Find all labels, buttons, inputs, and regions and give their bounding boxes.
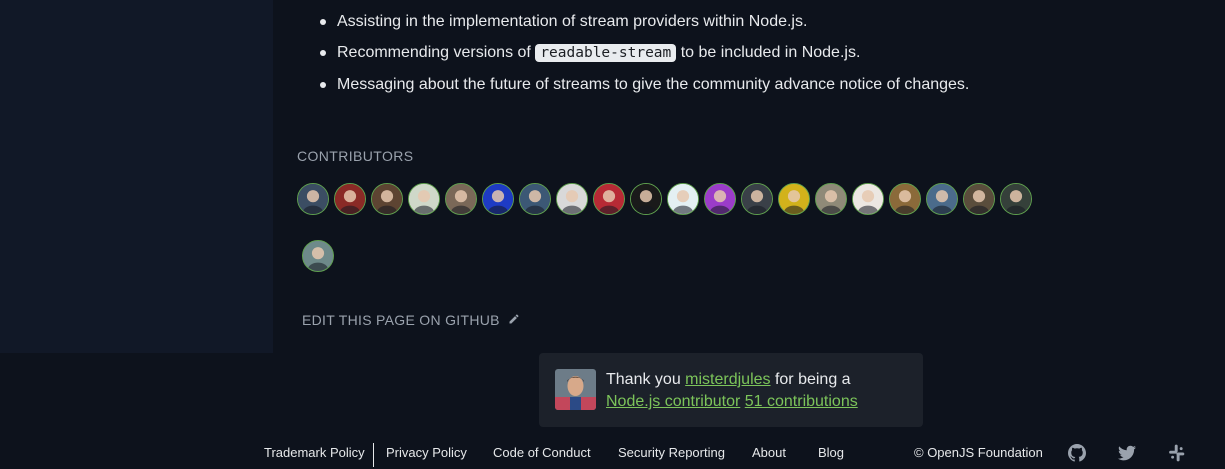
footer-divider bbox=[373, 443, 374, 467]
list-item: Recommending versions of readable-stream… bbox=[319, 37, 969, 69]
contributor-avatar[interactable] bbox=[926, 183, 958, 215]
contributor-avatar[interactable] bbox=[445, 183, 477, 215]
sidebar bbox=[0, 0, 273, 353]
list-item-text: Messaging about the future of streams to… bbox=[337, 76, 970, 93]
inline-code: readable-stream bbox=[535, 44, 677, 62]
contributor-thanks-card: Thank you misterdjules for being a Node.… bbox=[539, 353, 923, 427]
contributions-count-link[interactable]: 51 contributions bbox=[745, 393, 858, 410]
contributor-avatar[interactable] bbox=[334, 183, 366, 215]
contributor-avatar[interactable] bbox=[371, 183, 403, 215]
list-item-text: Assisting in the implementation of strea… bbox=[337, 13, 808, 30]
footer-link-security-reporting[interactable]: Security Reporting bbox=[618, 445, 725, 460]
contributor-username-link[interactable]: misterdjules bbox=[685, 371, 770, 388]
contributor-avatar[interactable] bbox=[852, 183, 884, 215]
footer-link-code-of-conduct[interactable]: Code of Conduct bbox=[493, 445, 591, 460]
copyright: © OpenJS Foundation bbox=[914, 445, 1043, 460]
contributor-avatar[interactable] bbox=[482, 183, 514, 215]
contributor-avatar[interactable] bbox=[302, 240, 334, 272]
contributor-avatar[interactable] bbox=[889, 183, 921, 215]
contributor-avatar[interactable] bbox=[778, 183, 810, 215]
list-item: Messaging about the future of streams to… bbox=[319, 69, 970, 100]
list-item-text: to be included in Node.js. bbox=[676, 44, 861, 61]
footer-link-privacy-policy[interactable]: Privacy Policy bbox=[386, 445, 467, 460]
footer: Trademark Policy Privacy Policy Code of … bbox=[0, 437, 1225, 469]
footer-link-about[interactable]: About bbox=[752, 445, 786, 460]
contributor-avatar[interactable] bbox=[297, 183, 329, 215]
thanks-prefix: Thank you bbox=[606, 371, 686, 388]
contributor-avatar[interactable] bbox=[519, 183, 551, 215]
footer-link-blog[interactable]: Blog bbox=[818, 445, 844, 460]
contributor-avatar[interactable] bbox=[815, 183, 847, 215]
list-item-text: Recommending versions of bbox=[337, 44, 536, 61]
contributor-avatar[interactable] bbox=[408, 183, 440, 215]
main-content: Assisting in the implementation of strea… bbox=[273, 0, 1225, 353]
contributor-avatar[interactable] bbox=[593, 183, 625, 215]
thanks-middle: for being a bbox=[770, 371, 851, 388]
bullet-list: Assisting in the implementation of strea… bbox=[319, 6, 970, 100]
pencil-icon bbox=[508, 312, 520, 328]
slack-icon[interactable] bbox=[1168, 444, 1186, 462]
thanks-message: Thank you misterdjules for being a Node.… bbox=[606, 369, 858, 413]
edit-on-github-link[interactable]: EDIT THIS PAGE ON GITHUB bbox=[302, 312, 520, 328]
contributor-avatar[interactable] bbox=[704, 183, 736, 215]
contributor-avatar[interactable] bbox=[741, 183, 773, 215]
edit-link-label: EDIT THIS PAGE ON GITHUB bbox=[302, 312, 500, 328]
contributor-avatar[interactable] bbox=[630, 183, 662, 215]
contributor-role-link[interactable]: Node.js contributor bbox=[606, 393, 740, 410]
contributor-avatar[interactable] bbox=[1000, 183, 1032, 215]
contributors-heading: CONTRIBUTORS bbox=[297, 148, 414, 164]
contributor-avatar[interactable] bbox=[556, 183, 588, 215]
contributor-avatar[interactable] bbox=[555, 369, 596, 410]
twitter-icon[interactable] bbox=[1118, 444, 1136, 462]
github-icon[interactable] bbox=[1068, 444, 1086, 462]
contributor-avatar[interactable] bbox=[963, 183, 995, 215]
contributor-avatar[interactable] bbox=[667, 183, 699, 215]
footer-link-trademark-policy[interactable]: Trademark Policy bbox=[264, 445, 365, 460]
list-item: Assisting in the implementation of strea… bbox=[319, 6, 969, 37]
